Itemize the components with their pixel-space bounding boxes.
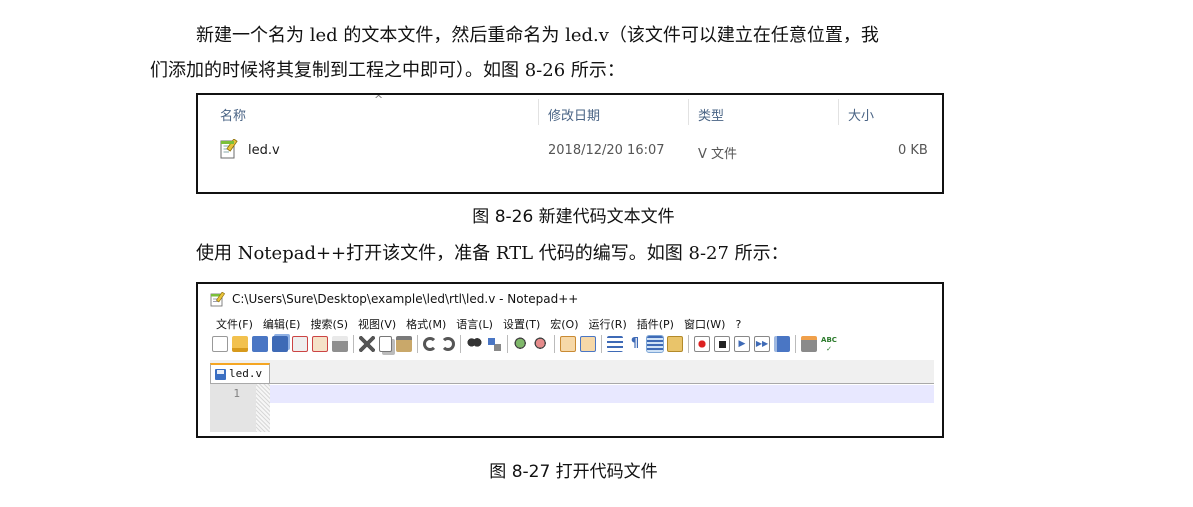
- paste-icon[interactable]: [396, 336, 412, 352]
- record-macro-icon[interactable]: [694, 336, 710, 352]
- cut-icon[interactable]: [359, 336, 375, 352]
- replace-icon[interactable]: [486, 336, 502, 352]
- fold-margin[interactable]: [256, 384, 270, 432]
- column-header-modified[interactable]: 修改日期: [548, 105, 600, 124]
- menu-settings[interactable]: 设置(T): [503, 318, 540, 331]
- save-icon[interactable]: [252, 336, 268, 352]
- stop-macro-icon[interactable]: [714, 336, 730, 352]
- editor-area[interactable]: 1: [210, 384, 934, 432]
- menu-edit[interactable]: 编辑(E): [263, 318, 301, 331]
- toolbar-separator: [601, 335, 602, 353]
- tab-bar: led.v: [210, 360, 934, 384]
- toolbar-separator: [507, 335, 508, 353]
- column-header-name[interactable]: 名称: [220, 105, 246, 124]
- menu-window[interactable]: 窗口(W): [684, 318, 725, 331]
- file-name[interactable]: led.v: [248, 143, 280, 158]
- menu-view[interactable]: 视图(V): [358, 318, 396, 331]
- menu-macro[interactable]: 宏(O): [550, 318, 578, 331]
- doc-map-icon[interactable]: [667, 336, 683, 352]
- menu-run[interactable]: 运行(R): [589, 318, 627, 331]
- show-all-chars-icon[interactable]: ¶: [627, 336, 643, 352]
- sync-horizontal-icon[interactable]: [580, 336, 596, 352]
- close-icon[interactable]: [292, 336, 308, 352]
- line-number: 1: [233, 387, 240, 400]
- figure-8-27-caption: 图 8-27 打开代码文件: [489, 462, 658, 482]
- print-icon[interactable]: [332, 336, 348, 352]
- toolbar-separator: [554, 335, 555, 353]
- column-header-type[interactable]: 类型: [698, 105, 724, 124]
- undo-icon[interactable]: [423, 337, 437, 351]
- copy-icon[interactable]: [379, 336, 392, 352]
- intro-line-2: 们添加的时候将其复制到工程之中即可）。如图 8-26 所示：: [150, 60, 625, 81]
- redo-icon[interactable]: [441, 337, 455, 351]
- close-all-icon[interactable]: [312, 336, 328, 352]
- toolbar-separator: [353, 335, 354, 353]
- column-header-size[interactable]: 大小: [848, 105, 874, 124]
- notepad-app-icon: [210, 292, 225, 307]
- zoom-out-icon[interactable]: [533, 336, 549, 352]
- menu-format[interactable]: 格式(M): [406, 318, 446, 331]
- tab-label: led.v: [229, 367, 263, 380]
- run-macro-multiple-icon[interactable]: ▶▶: [754, 336, 770, 352]
- menu-help[interactable]: ?: [735, 318, 741, 331]
- menu-search[interactable]: 搜索(S): [310, 318, 348, 331]
- saved-file-icon: [215, 369, 226, 380]
- file-modified-date: 2018/12/20 16:07: [548, 143, 665, 158]
- toolbar-separator: [795, 335, 796, 353]
- toolbar-separator: [417, 335, 418, 353]
- word-wrap-icon[interactable]: [607, 336, 623, 352]
- play-macro-icon[interactable]: ▶: [734, 336, 750, 352]
- intro-paragraph: 新建一个名为 led 的文本文件，然后重命名为 led.v（该文件可以建立在任意…: [150, 18, 1010, 88]
- column-divider[interactable]: [688, 99, 689, 125]
- spell-check-icon[interactable]: ABC ✓: [821, 336, 837, 353]
- line-number-gutter: 1: [210, 384, 256, 432]
- file-listing-figure: ^ 名称 修改日期 类型 大小 led.v 2018/12/20 16:07 V…: [196, 93, 944, 194]
- indent-guide-icon[interactable]: [646, 335, 664, 353]
- toolbar-separator: [460, 335, 461, 353]
- notepad-paragraph: 使用 Notepad++打开该文件，准备 RTL 代码的编写。如图 8-27 所…: [196, 243, 789, 264]
- menu-plugins[interactable]: 插件(P): [637, 318, 674, 331]
- find-icon[interactable]: [466, 336, 482, 352]
- file-type: V 文件: [698, 147, 738, 162]
- menu-language[interactable]: 语言(L): [456, 318, 493, 331]
- intro-line-1: 新建一个名为 led 的文本文件，然后重命名为 led.v（该文件可以建立在任意…: [196, 25, 879, 46]
- window-title: C:\Users\Sure\Desktop\example\led\rtl\le…: [232, 292, 579, 306]
- notepad-window-figure: C:\Users\Sure\Desktop\example\led\rtl\le…: [196, 282, 944, 438]
- new-file-icon[interactable]: [212, 336, 228, 352]
- file-row[interactable]: led.v 2018/12/20 16:07 V 文件 0 KB: [198, 139, 938, 163]
- column-divider[interactable]: [838, 99, 839, 125]
- save-all-icon[interactable]: [272, 336, 288, 352]
- text-file-icon: [220, 139, 238, 159]
- sync-vertical-icon[interactable]: [560, 336, 576, 352]
- save-macro-icon[interactable]: [774, 336, 790, 352]
- toolbar: ¶ ▶ ▶▶ ABC ✓: [212, 332, 934, 356]
- menu-file[interactable]: 文件(F): [216, 318, 253, 331]
- document-list-icon[interactable]: [801, 336, 817, 352]
- menu-bar: 文件(F) 编辑(E) 搜索(S) 视图(V) 格式(M) 语言(L) 设置(T) 宏(O) 运…: [216, 316, 751, 332]
- tab-led-v[interactable]: led.v: [210, 363, 270, 383]
- current-line-highlight[interactable]: [270, 385, 934, 403]
- toolbar-separator: [688, 335, 689, 353]
- file-size: 0 KB: [898, 143, 928, 158]
- sort-caret-icon[interactable]: ^: [374, 93, 383, 106]
- open-file-icon[interactable]: [232, 336, 248, 352]
- zoom-in-icon[interactable]: [513, 336, 529, 352]
- column-divider[interactable]: [538, 99, 539, 125]
- figure-8-26-caption: 图 8-26 新建代码文本文件: [472, 207, 675, 227]
